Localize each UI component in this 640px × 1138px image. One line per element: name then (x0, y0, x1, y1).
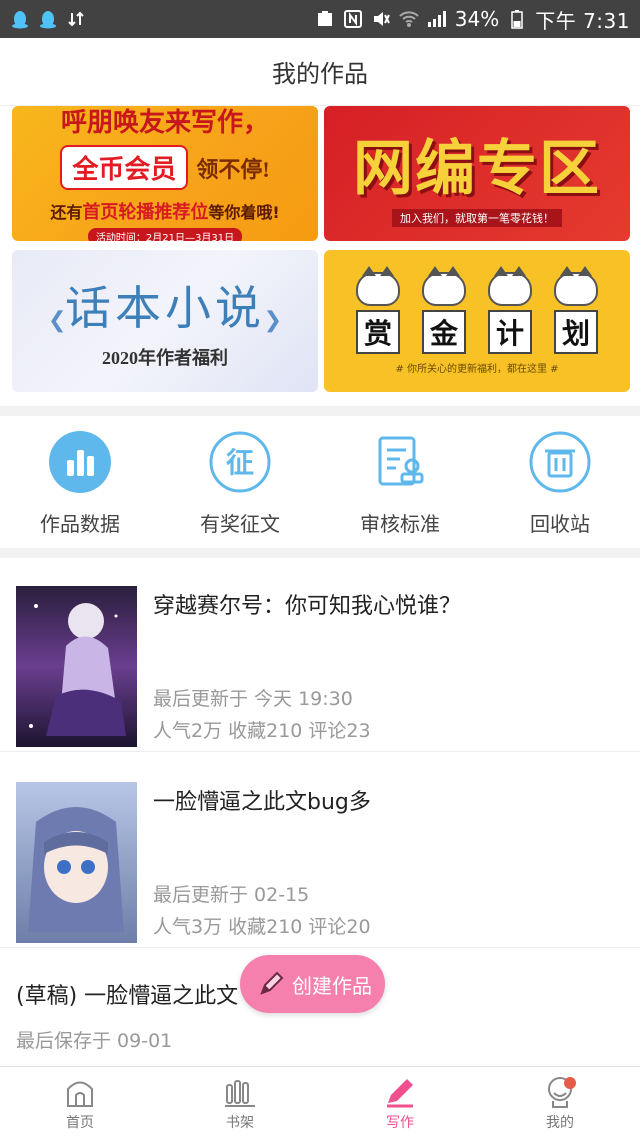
list-item[interactable]: 穿越赛尔号：你可知我心悦谁？ 最后更新于 今天 19:30 人气2万 收藏210… (0, 556, 640, 752)
mute-icon (371, 9, 391, 29)
nav-label: 书架 (226, 1114, 254, 1131)
screenshot-icon (315, 9, 335, 29)
work-updated: 最后更新于 02-15 (153, 884, 310, 906)
create-work-button[interactable]: 创建作品 (240, 955, 385, 1013)
works-list: 穿越赛尔号：你可知我心悦谁？ 最后更新于 今天 19:30 人气2万 收藏210… (0, 556, 640, 948)
banner-subtitle: 2020年作者福利 (102, 348, 228, 368)
nav-label: 我的 (546, 1114, 574, 1131)
status-left (10, 9, 86, 29)
cat-face-icon (554, 265, 598, 306)
banner-text: 领不停! (196, 156, 270, 182)
banner-text: 等你着哦! (208, 203, 280, 222)
banner-highlight: 全币会员 (60, 145, 189, 190)
title-bar: 我的作品 (0, 38, 640, 106)
bottom-nav: 首页 书架 写作 我的 (0, 1066, 640, 1138)
bar-chart-icon (48, 430, 112, 494)
banner-date: 活动时间：2月21日—3月31日 (87, 228, 243, 241)
battery-percent: 34% (454, 7, 500, 31)
battery-icon (507, 9, 527, 29)
nav-home[interactable]: 首页 (0, 1067, 160, 1138)
action-label: 作品数据 (40, 512, 120, 536)
cat-card: 划 (548, 265, 604, 354)
banner-subtitle: 加入我们，就取第一笔零花钱！ (392, 209, 562, 227)
nav-write[interactable]: 写作 (320, 1067, 480, 1138)
notification-dot (564, 1077, 576, 1089)
bounty-char: 计 (488, 309, 532, 354)
pencil-icon (256, 969, 286, 999)
banner-line: 还有首页轮播推荐位等你着哦! (50, 198, 279, 224)
action-recycle-bin[interactable]: 回收站 (480, 418, 640, 548)
cat-face-icon (356, 265, 400, 306)
chevron-left-icon: ❮ (48, 308, 67, 333)
home-icon (62, 1074, 98, 1110)
work-title: 穿越赛尔号：你可知我心悦谁？ (153, 594, 462, 619)
chevron-right-icon: ❯ (263, 308, 282, 333)
section-divider (0, 406, 640, 416)
work-stats: 人气2万 收藏210 评论23 (153, 720, 371, 742)
bounty-char: 赏 (356, 309, 400, 354)
action-review-standards[interactable]: 审核标准 (320, 418, 480, 548)
bounty-cards: 赏 金 计 划 (350, 265, 604, 354)
draft-title: (草稿) 一脸懵逼之此文 (16, 984, 239, 1009)
cat-card: 赏 (350, 265, 406, 354)
banner-subtitle: # 你所关心的更新福利，都在这里 # (395, 363, 559, 375)
status-time: 下午 7:31 (535, 8, 630, 33)
draft-saved: 最后保存于 09-01 (16, 1030, 173, 1052)
banner-invite-friends[interactable]: 呼朋唤友来写作， 全币会员 领不停! 还有首页轮播推荐位等你着哦! 活动时间：2… (12, 106, 318, 241)
action-label: 审核标准 (360, 512, 440, 536)
review-doc-icon (368, 430, 432, 494)
book-cover[interactable] (16, 782, 137, 943)
status-right: 34% 下午 7:31 (315, 5, 630, 34)
cat-card: 金 (416, 265, 472, 354)
action-label: 有奖征文 (200, 512, 280, 536)
nav-bookshelf[interactable]: 书架 (160, 1067, 320, 1138)
qq-icon (38, 9, 58, 29)
banner-highlight: 首页轮播推荐位 (82, 202, 209, 223)
list-item[interactable]: 一脸懵逼之此文bug多 最后更新于 02-15 人气3万 收藏210 评论20 (0, 752, 640, 948)
bounty-char: 金 (422, 309, 466, 354)
action-label: 回收站 (530, 512, 590, 536)
banner-story-welfare[interactable]: ❮ ❯ 话本小说 2020年作者福利 (12, 250, 318, 392)
action-essay-contest[interactable]: 征 有奖征文 (160, 418, 320, 548)
work-updated: 最后更新于 今天 19:30 (153, 688, 353, 710)
banner-editor-zone[interactable]: 网编专区 加入我们，就取第一笔零花钱！ (324, 106, 630, 241)
status-bar: 34% 下午 7:31 (0, 0, 640, 38)
app-root: 34% 下午 7:31 我的作品 呼朋唤友来写作， 全币会员 领不停! 还有首页… (0, 0, 640, 1138)
pencil-icon (382, 1074, 418, 1110)
banner-line: 呼朋唤友来写作， (60, 108, 269, 137)
banner-grid: 呼朋唤友来写作， 全币会员 领不停! 还有首页轮播推荐位等你着哦! 活动时间：2… (0, 106, 640, 406)
cat-face-icon (488, 265, 532, 306)
banner-title: 话本小说 (65, 283, 265, 334)
trash-icon (528, 430, 592, 494)
wifi-icon (399, 9, 419, 29)
cat-card: 计 (482, 265, 538, 354)
nav-label: 首页 (66, 1114, 94, 1131)
bounty-char: 划 (554, 309, 598, 354)
page-title: 我的作品 (272, 60, 368, 88)
nfc-icon (343, 9, 363, 29)
banner-text: 还有 (50, 203, 83, 222)
book-cover[interactable] (16, 586, 137, 747)
banner-title: 网编专区 (353, 136, 601, 202)
qq-icon (10, 9, 30, 29)
nav-label: 写作 (386, 1114, 414, 1131)
bookshelf-icon (222, 1074, 258, 1110)
nav-profile[interactable]: 我的 (480, 1067, 640, 1138)
banner-bounty-plan[interactable]: 赏 金 计 划 # 你所关心的更新福利，都在这里 # (324, 250, 630, 392)
zheng-circle-icon: 征 (208, 430, 272, 494)
quick-actions: 作品数据 征 有奖征文 审核标准 回收站 (0, 418, 640, 548)
data-transfer-icon (66, 9, 86, 29)
work-title: 一脸懵逼之此文bug多 (153, 790, 371, 815)
banner-line: 全币会员 领不停! (60, 145, 270, 190)
work-stats: 人气3万 收藏210 评论20 (153, 916, 371, 938)
action-work-data[interactable]: 作品数据 (0, 418, 160, 548)
svg-text:征: 征 (226, 446, 254, 479)
create-work-label: 创建作品 (292, 973, 372, 998)
signal-icon (427, 9, 447, 29)
cat-face-icon (422, 265, 466, 306)
